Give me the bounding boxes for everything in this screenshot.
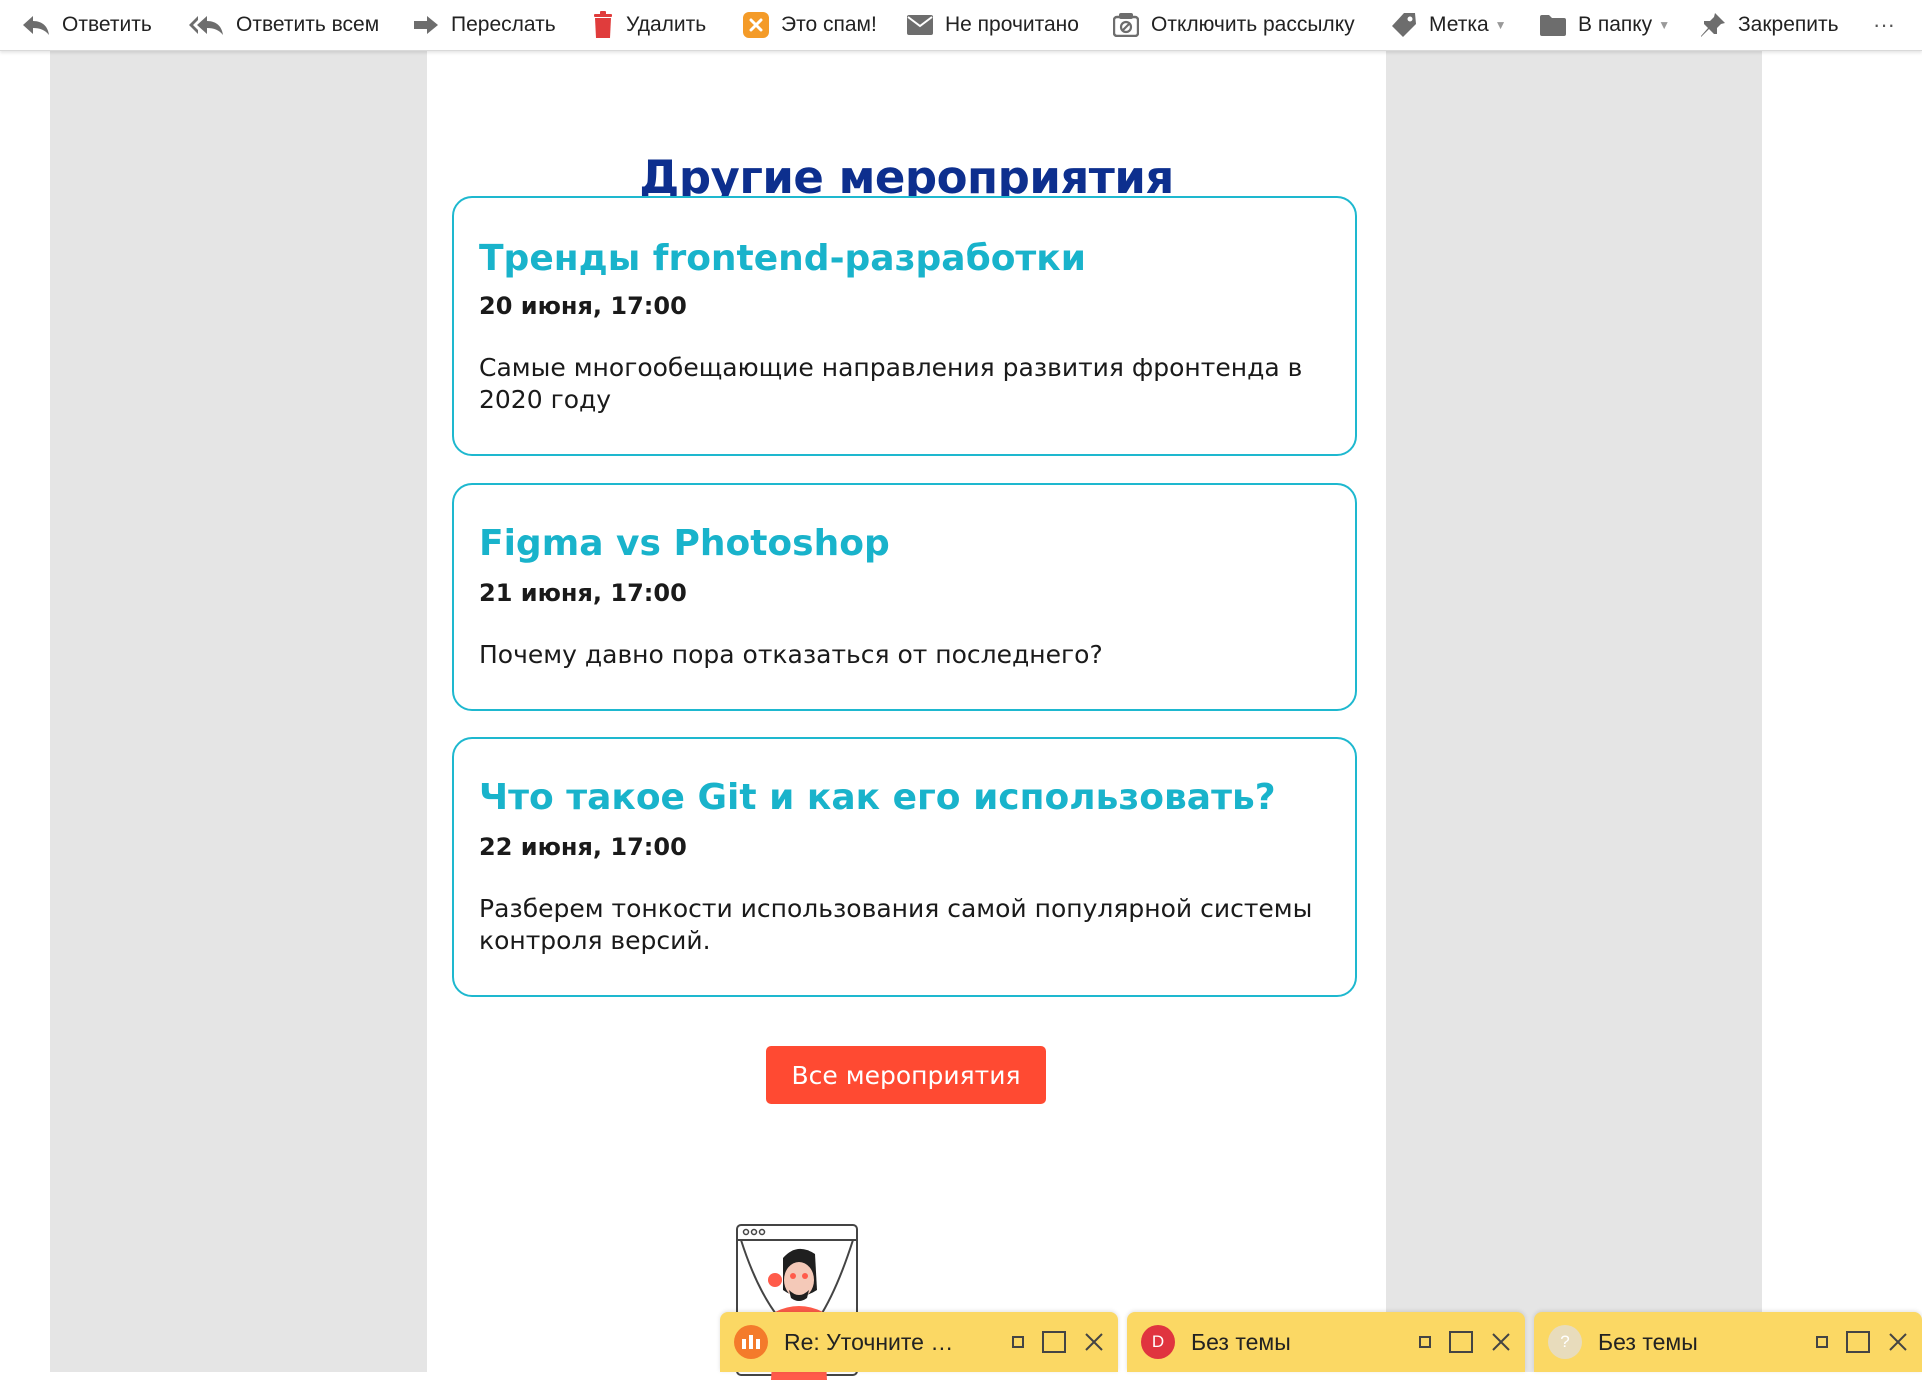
- compose-window-minimized[interactable]: ? Без темы: [1534, 1312, 1922, 1372]
- more-actions-button[interactable]: ···: [1873, 0, 1895, 50]
- event-card: Что такое Git и как его использовать? 22…: [452, 737, 1357, 997]
- expand-icon[interactable]: [1042, 1331, 1066, 1353]
- compose-window-minimized[interactable]: D Без темы: [1127, 1312, 1525, 1372]
- pin-icon: [1700, 12, 1726, 38]
- compose-window-minimized[interactable]: Re: Уточните п...: [720, 1312, 1118, 1372]
- spam-icon: [743, 12, 769, 38]
- reply-all-icon: [188, 14, 224, 36]
- event-date: 21 июня, 17:00: [479, 579, 687, 607]
- label-dropdown-label: Метка: [1429, 13, 1489, 36]
- minimize-icon[interactable]: [1816, 1336, 1828, 1348]
- event-date: 22 июня, 17:00: [479, 833, 687, 861]
- compose-title: Re: Уточните п...: [784, 1328, 954, 1355]
- reply-button[interactable]: Ответить: [22, 0, 152, 50]
- mark-unread-button[interactable]: Не прочитано: [907, 0, 1079, 50]
- envelope-icon: [907, 15, 933, 35]
- more-icon: ···: [1873, 12, 1895, 37]
- pin-button[interactable]: Закрепить: [1700, 0, 1839, 50]
- event-title[interactable]: Что такое Git и как его использовать?: [479, 777, 1276, 818]
- pin-label: Закрепить: [1738, 13, 1839, 36]
- sender-avatar: [734, 1325, 768, 1359]
- unsubscribe-label: Отключить рассылку: [1151, 13, 1355, 36]
- forward-button[interactable]: Переслать: [413, 0, 556, 50]
- reply-label: Ответить: [62, 13, 152, 36]
- minimize-icon[interactable]: [1012, 1336, 1024, 1348]
- minimize-icon[interactable]: [1419, 1336, 1431, 1348]
- event-card: Тренды frontend-разработки 20 июня, 17:0…: [452, 196, 1357, 456]
- folder-icon: [1540, 14, 1566, 36]
- email-content: Другие мероприятия Тренды frontend-разра…: [427, 50, 1386, 1380]
- event-description: Самые многообещающие направления развити…: [479, 353, 1303, 414]
- move-to-folder-dropdown[interactable]: В папку ▼: [1540, 0, 1670, 50]
- compose-title: Без темы: [1191, 1328, 1291, 1355]
- event-description: Разберем тонкости использования самой по…: [479, 894, 1313, 955]
- close-icon[interactable]: [1084, 1332, 1104, 1352]
- delete-button[interactable]: Удалить: [592, 0, 706, 50]
- chevron-down-icon: ▼: [1658, 18, 1671, 32]
- mark-unread-label: Не прочитано: [945, 13, 1079, 36]
- unsubscribe-icon: [1113, 13, 1139, 37]
- reply-icon: [22, 14, 50, 36]
- chevron-down-icon: ▼: [1494, 18, 1507, 32]
- tag-icon: [1391, 12, 1417, 38]
- move-to-folder-label: В папку: [1578, 13, 1653, 36]
- sender-avatar: D: [1141, 1325, 1175, 1359]
- label-dropdown[interactable]: Метка ▼: [1391, 0, 1507, 50]
- forward-arrow-icon: [413, 15, 439, 35]
- spam-button[interactable]: Это спам!: [743, 0, 877, 50]
- unsubscribe-button[interactable]: Отключить рассылку: [1113, 0, 1355, 50]
- spam-label: Это спам!: [781, 13, 877, 36]
- expand-icon[interactable]: [1846, 1331, 1870, 1353]
- event-description: Почему давно пора отказаться от последне…: [479, 640, 1103, 669]
- close-icon[interactable]: [1888, 1332, 1908, 1352]
- forward-label: Переслать: [451, 13, 556, 36]
- all-events-button[interactable]: Все мероприятия: [766, 1046, 1046, 1104]
- reply-all-label: Ответить всем: [236, 13, 380, 36]
- event-title[interactable]: Тренды frontend-разработки: [479, 238, 1086, 279]
- trash-icon: [592, 11, 614, 39]
- expand-icon[interactable]: [1449, 1331, 1473, 1353]
- close-icon[interactable]: [1491, 1332, 1511, 1352]
- delete-label: Удалить: [626, 13, 707, 36]
- sender-avatar: ?: [1548, 1325, 1582, 1359]
- event-title[interactable]: Figma vs Photoshop: [479, 523, 890, 564]
- reply-all-button[interactable]: Ответить всем: [188, 0, 379, 50]
- mail-toolbar: Ответить Ответить всем Переслать Удалить…: [0, 0, 1922, 51]
- compose-title: Без темы: [1598, 1328, 1698, 1355]
- event-card: Figma vs Photoshop 21 июня, 17:00 Почему…: [452, 483, 1357, 711]
- event-date: 20 июня, 17:00: [479, 292, 687, 320]
